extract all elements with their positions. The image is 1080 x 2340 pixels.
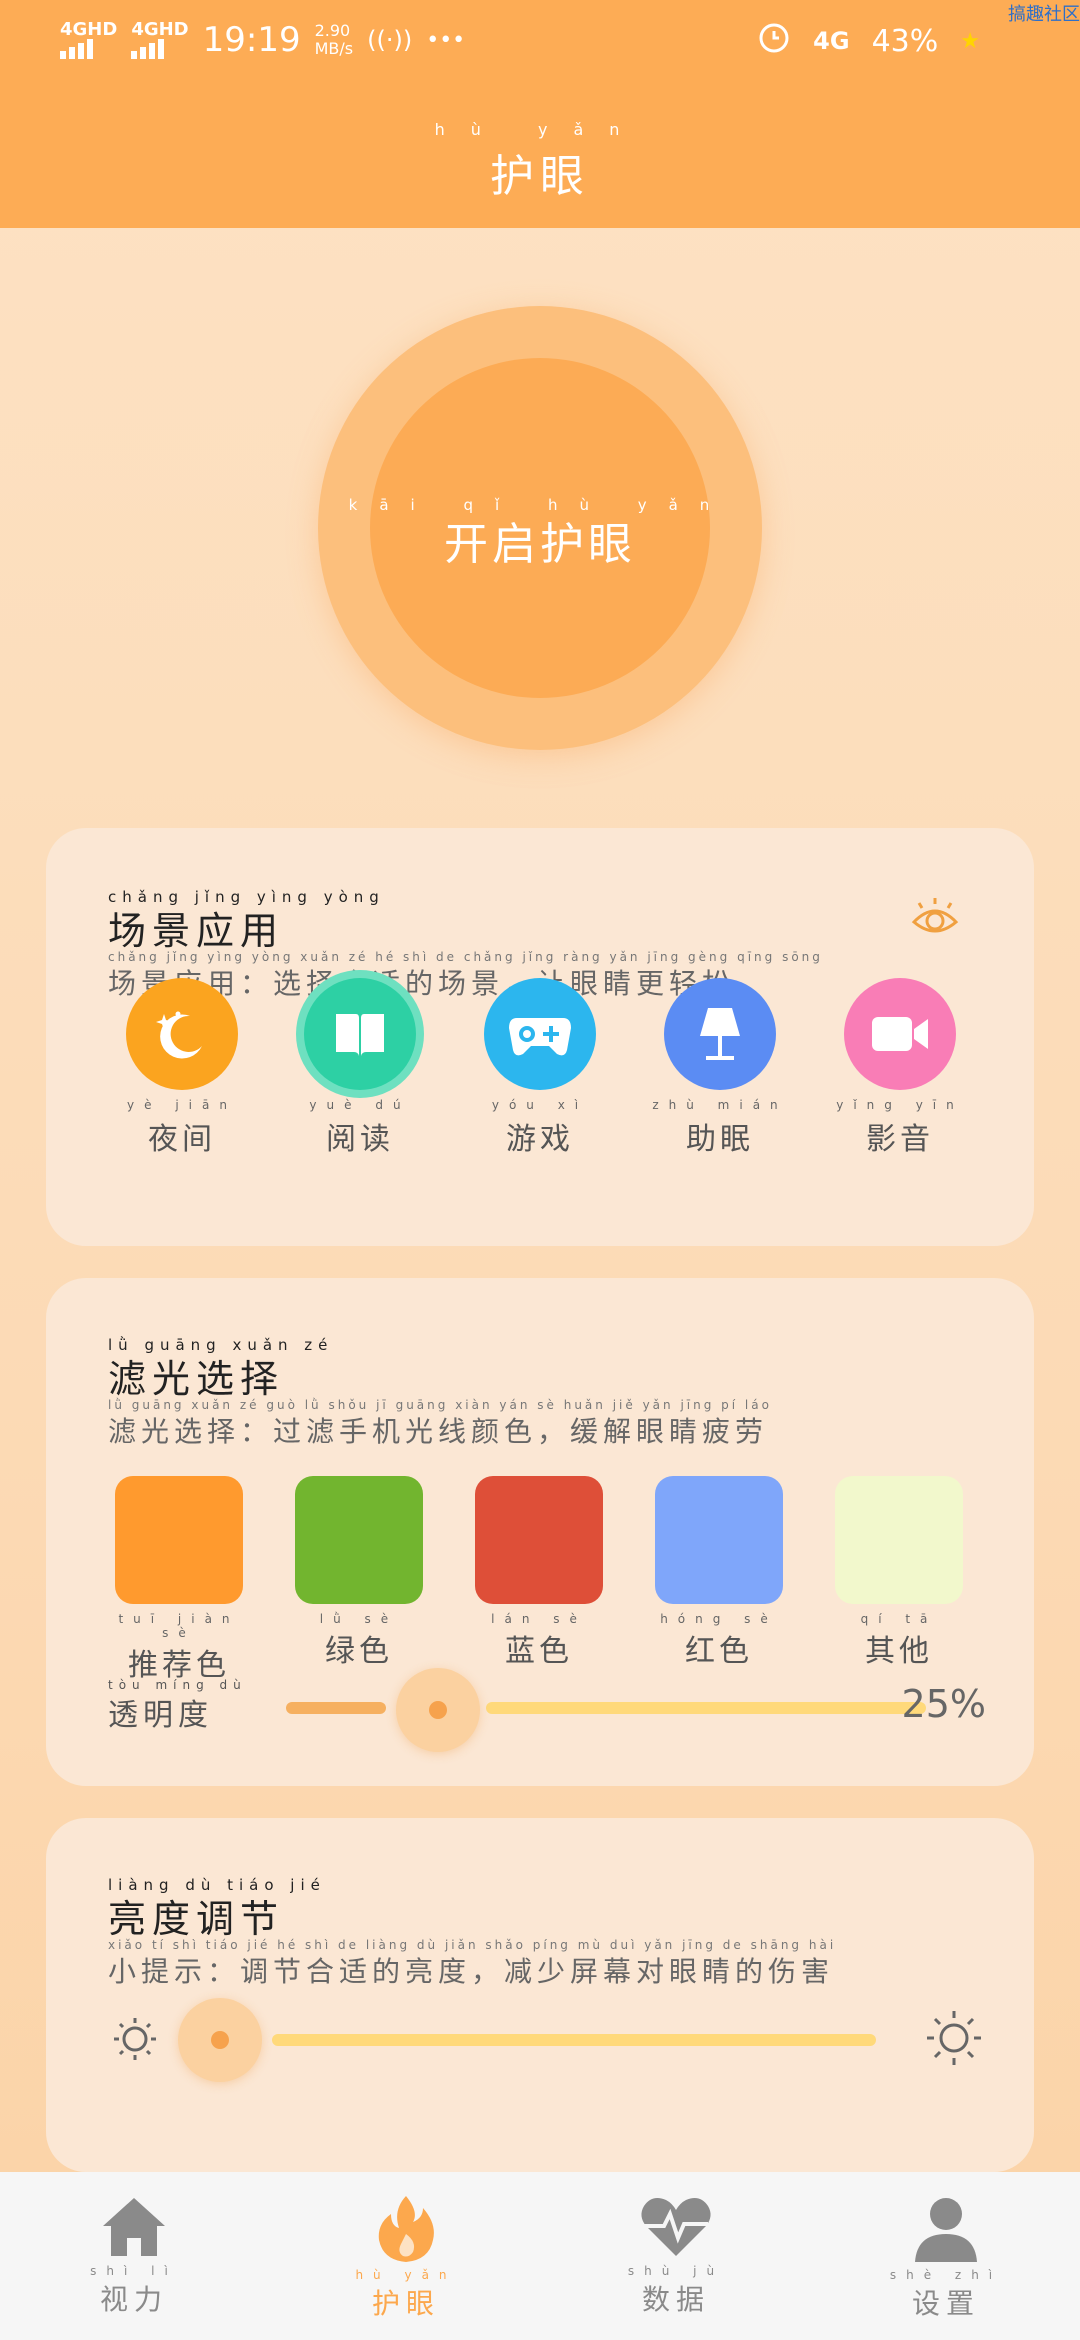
scene-item-media[interactable]: yǐng yīn 影音 (830, 978, 970, 1158)
tab-label: 数据 (641, 2283, 710, 2316)
scene-item-night[interactable]: yè jiān 夜间 (112, 978, 252, 1158)
tab-pinyin: shù jù (627, 2264, 725, 2278)
opacity-slider[interactable] (286, 1658, 926, 1758)
alarm-icon (757, 20, 791, 62)
tab-label: 护眼 (371, 2287, 440, 2320)
tab-vision[interactable]: shì lì 视力 (64, 2194, 204, 2318)
scene-item-label: 阅读 (326, 1122, 394, 1157)
brightness-slider[interactable] (176, 1990, 876, 2090)
swatch-green[interactable]: lǜ sè 绿色 (294, 1476, 424, 1670)
house-icon (99, 2198, 169, 2264)
scene-item-pinyin: yè jiān (127, 1098, 237, 1112)
person-icon (911, 2198, 981, 2268)
scene-item-game[interactable]: yóu xì 游戏 (470, 978, 610, 1158)
swatch-other[interactable]: qí tā 其他 (834, 1476, 964, 1670)
sun-high-icon (924, 2008, 984, 2072)
swatch-pinyin: qí tā (860, 1612, 938, 1626)
signal-bars-icon (131, 39, 188, 59)
enable-eye-care-label[interactable]: 开启护眼 (318, 508, 762, 572)
scene-item-sleep[interactable]: zhù mián 助眠 (650, 978, 790, 1158)
video-icon (844, 978, 956, 1090)
bottom-tab-bar: shì lì 视力 hù yǎn 护眼 shù jù 数据 shè zhì 设置 (0, 2172, 1080, 2340)
net-speed-value: 2.90 (314, 21, 351, 40)
hotspot-icon: ((·)) (367, 26, 413, 54)
moon-icon (126, 978, 238, 1090)
header-title-pinyin: hù yǎn (434, 120, 646, 139)
tab-eye-care[interactable]: hù yǎn 护眼 (336, 2194, 476, 2322)
scene-item-label: 游戏 (506, 1122, 574, 1157)
brightness-slider-knob[interactable] (178, 1998, 262, 2082)
brightness-knob-dot (211, 2031, 229, 2049)
corner-tag: 搞趣社区 (1008, 4, 1080, 25)
filter-card-subtitle: 滤光选择：过滤手机光线颜色，缓解眼睛疲劳 (108, 1415, 769, 1448)
swatch-pinyin: hóng sè (660, 1612, 778, 1626)
opacity-slider-track (486, 1702, 926, 1714)
swatch-color[interactable] (835, 1476, 963, 1604)
brightness-card: liàng dù tiáo jié 亮度调节 xiǎo tí shì tiáo … (46, 1818, 1034, 2172)
tab-data[interactable]: shù jù 数据 (606, 2194, 746, 2318)
star-icon: ★ (960, 28, 980, 54)
swatch-pinyin: tuī jiàn sè (118, 1612, 240, 1640)
network-type: 4G (813, 27, 850, 55)
net-speed-unit: MB/s (314, 39, 354, 58)
net-speed: 2.90 MB/s (315, 22, 354, 58)
book-icon (304, 978, 416, 1090)
filter-card: lǜ guāng xuǎn zé 滤光选择 lǜ guāng xuǎn zé g… (46, 1278, 1034, 1786)
sun-low-icon (110, 2014, 160, 2068)
swatch-blue[interactable]: lán sè 蓝色 (474, 1476, 604, 1670)
battery-level: 43% (871, 23, 939, 59)
more-icon: ••• (426, 27, 466, 53)
header-bar: 4GHD 4GHD 19:19 2.90 MB/s ((·)) ••• 4G 4… (0, 0, 1080, 228)
scene-item-reading[interactable]: yuè dú 阅读 (290, 978, 430, 1158)
brightness-slider-track (272, 2034, 876, 2046)
tab-label: 视力 (99, 2283, 168, 2316)
tab-settings[interactable]: shè zhì 设置 (876, 2194, 1016, 2322)
scene-card-title: 场景应用 (108, 909, 285, 953)
gamepad-icon (484, 978, 596, 1090)
swatch-color[interactable] (655, 1476, 783, 1604)
tab-pinyin: shè zhì (889, 2268, 1003, 2282)
heart-pulse-icon (638, 2198, 714, 2264)
flame-icon (373, 2196, 439, 2268)
opacity-value: 25% (901, 1682, 986, 1726)
signal-bars-icon (60, 39, 117, 59)
scene-card: chǎng jǐng yìng yòng 场景应用 chǎng jǐng yìn… (46, 828, 1034, 1246)
scene-item-label: 夜间 (148, 1122, 216, 1157)
opacity-slider-filled (286, 1702, 386, 1714)
opacity-label: 透明度 (108, 1698, 213, 1733)
swatch-recommended[interactable]: tuī jiàn sè 推荐色 (114, 1476, 244, 1684)
status-bar: 4GHD 4GHD 19:19 2.90 MB/s ((·)) ••• 4G 4… (0, 0, 1080, 80)
scene-item-pinyin: yóu xì (491, 1098, 589, 1112)
clock: 19:19 (202, 20, 301, 60)
scene-item-label: 影音 (866, 1122, 934, 1157)
swatch-color[interactable] (475, 1476, 603, 1604)
scene-item-label: 助眠 (686, 1122, 754, 1157)
swatch-pinyin: lán sè (491, 1612, 587, 1626)
filter-card-title: 滤光选择 (108, 1357, 285, 1401)
scene-item-pinyin: yuè dú (309, 1098, 411, 1112)
swatch-pinyin: lǜ sè (319, 1612, 399, 1626)
brightness-card-subtitle: 小提示：调节合适的亮度，减少屏幕对眼睛的伤害 (108, 1955, 835, 1988)
signal-2: 4GHD (131, 19, 189, 59)
scene-item-pinyin: zhù mián (652, 1098, 788, 1112)
signal-1-label: 4GHD (60, 19, 118, 40)
tab-pinyin: hù yǎn (355, 2268, 457, 2282)
swatch-color[interactable] (115, 1476, 243, 1604)
tab-pinyin: shì lì (90, 2264, 178, 2278)
lamp-icon (664, 978, 776, 1090)
tab-label: 设置 (911, 2287, 980, 2320)
opacity-slider-knob[interactable] (396, 1668, 480, 1752)
page-title: 护眼 (490, 151, 590, 202)
signal-1: 4GHD (60, 21, 117, 59)
eye-icon[interactable] (910, 894, 960, 948)
scene-item-pinyin: yǐng yīn (836, 1098, 964, 1112)
brightness-card-title: 亮度调节 (108, 1897, 285, 1941)
opacity-knob-dot (429, 1701, 447, 1719)
signal-2-label: 4GHD (131, 19, 189, 40)
swatch-red[interactable]: hóng sè 红色 (654, 1476, 784, 1670)
swatch-color[interactable] (295, 1476, 423, 1604)
